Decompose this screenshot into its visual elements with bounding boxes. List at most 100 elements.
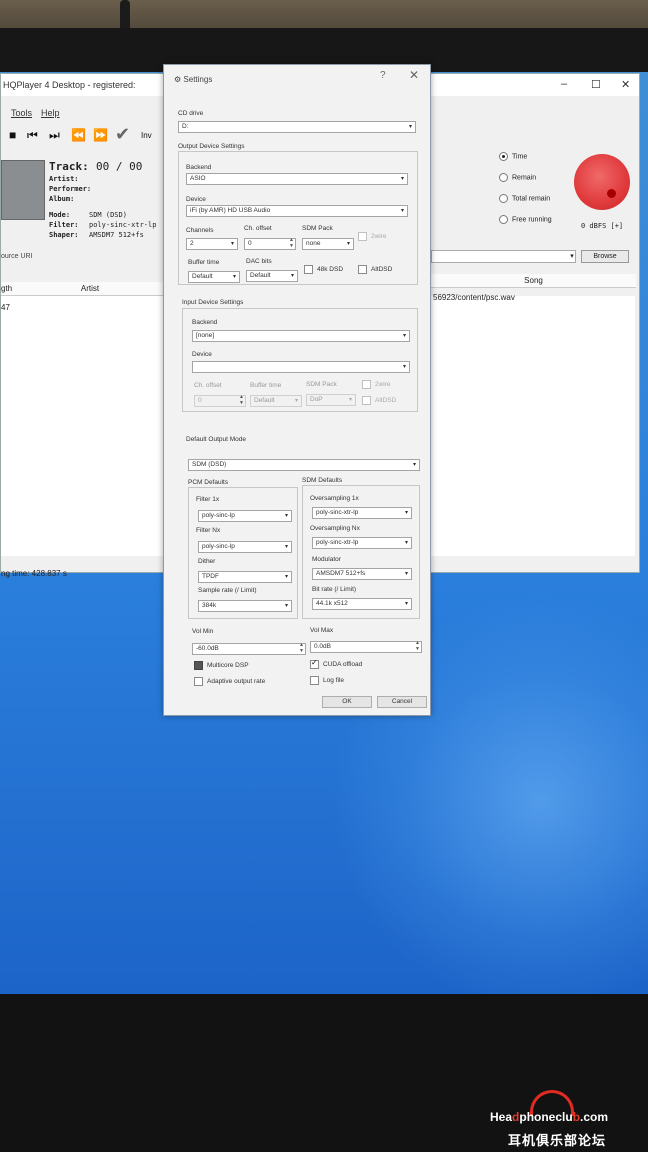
- spin-arrows-icon[interactable]: ▲ ▼: [289, 237, 294, 249]
- output-backend-label: Backend: [186, 164, 212, 171]
- radio-total-remain[interactable]: Total remain: [499, 194, 550, 206]
- log-file-checkbox[interactable]: Log file: [310, 676, 344, 685]
- pcm-dither-label: Dither: [198, 558, 216, 565]
- dialog-close-icon[interactable]: ✕: [409, 68, 419, 82]
- column-artist[interactable]: Artist: [15, 282, 165, 296]
- chevron-down-icon: ▾: [402, 333, 406, 339]
- maximize-icon[interactable]: ☐: [591, 78, 601, 91]
- checkmark-icon[interactable]: ✔: [115, 124, 130, 145]
- row-song[interactable]: 56923/content/psc.wav: [433, 293, 515, 302]
- menu-tools[interactable]: Tools: [11, 108, 32, 118]
- adaptive-output-rate-checkbox[interactable]: Adaptive output rate: [194, 677, 265, 686]
- channels-combo[interactable]: 2 ▾: [186, 238, 238, 250]
- spin-arrows-icon[interactable]: ▲ ▼: [415, 640, 420, 652]
- volume-knob[interactable]: [574, 154, 630, 210]
- output-device-combo[interactable]: iFi (by AMR) HD USB Audio ▾: [186, 205, 408, 217]
- row-length[interactable]: 47: [1, 303, 10, 312]
- ok-button[interactable]: OK: [322, 696, 372, 708]
- cancel-button[interactable]: Cancel: [377, 696, 427, 708]
- mode-label: Mode:: [49, 211, 71, 219]
- chevron-down-icon: ▾: [404, 571, 408, 577]
- rewind-icon[interactable]: ⏪: [71, 128, 86, 142]
- performer-label: Performer:: [49, 185, 92, 193]
- chevron-down-icon: ▾: [404, 510, 408, 516]
- input-device-combo[interactable]: ▾: [192, 361, 410, 373]
- skip-back-icon[interactable]: ⏮: [27, 128, 38, 143]
- input-backend-combo[interactable]: [none] ▾: [192, 330, 410, 342]
- browse-button[interactable]: Browse: [581, 250, 629, 263]
- settings-icon: ⚙: [174, 75, 184, 84]
- sdm-pack-combo[interactable]: none ▾: [302, 238, 354, 250]
- default-output-mode-combo[interactable]: SDM (DSD) ▾: [188, 459, 420, 471]
- input-sdm-pack-combo[interactable]: DoP ▾: [306, 394, 356, 406]
- input-buffer-time-combo[interactable]: Default ▾: [250, 395, 302, 407]
- input-sdm-pack-label: SDM Pack: [306, 381, 337, 388]
- output-device-label: Device: [186, 196, 206, 203]
- chevron-down-icon: ▾: [232, 274, 236, 280]
- watermark-brand: Headphoneclub.com: [490, 1110, 609, 1124]
- inv-button[interactable]: Inv: [141, 131, 152, 140]
- sdm-osnx-combo[interactable]: poly-sinc-xtr-lp ▾: [312, 537, 412, 549]
- input-altdsd-checkbox[interactable]: AltDSD: [362, 396, 396, 405]
- track-value: 00 / 00: [96, 160, 143, 173]
- input-2wire-checkbox[interactable]: 2wire: [362, 380, 391, 389]
- pcm-filternx-combo[interactable]: poly-sinc-lp ▾: [198, 541, 292, 553]
- sdm-modulator-combo[interactable]: AMSDM7 512+fs ▾: [312, 568, 412, 580]
- dac-bits-label: DAC bits: [246, 258, 272, 265]
- source-uri-dropdown[interactable]: ▾: [566, 250, 578, 263]
- cuda-offload-checkbox[interactable]: CUDA offload: [310, 658, 362, 669]
- vol-max-spinner[interactable]: 0.0dB ▲ ▼: [310, 640, 422, 653]
- help-icon[interactable]: ?: [380, 70, 386, 81]
- close-icon[interactable]: ✕: [621, 78, 630, 91]
- pcm-sample-rate-combo[interactable]: 384k ▾: [198, 600, 292, 612]
- dsd48k-checkbox[interactable]: 48k DSD: [304, 265, 343, 274]
- input-buffer-time-label: Buffer time: [250, 382, 282, 389]
- menu-help[interactable]: Help: [41, 108, 60, 118]
- chevron-down-icon: ▾: [284, 603, 288, 609]
- column-song[interactable]: Song: [431, 274, 636, 288]
- vol-min-label: Vol Min: [192, 628, 214, 635]
- chevron-down-icon: ▾: [284, 513, 288, 519]
- spin-arrows-icon[interactable]: ▲ ▼: [299, 642, 304, 654]
- sdm-pack-label: SDM Pack: [302, 225, 333, 232]
- radio-remain[interactable]: Remain: [499, 173, 536, 185]
- ch-offset-label: Ch. offset: [244, 225, 272, 232]
- input-ch-offset-spinner[interactable]: 0 ▲ ▼: [194, 394, 246, 407]
- pcm-dither-combo[interactable]: TPDF ▾: [198, 571, 292, 583]
- volume-readout: 0 dBFS [+]: [581, 222, 624, 230]
- filter-label: Filter:: [49, 221, 79, 229]
- album-label: Album:: [49, 195, 75, 203]
- stop-icon[interactable]: ■: [9, 128, 16, 142]
- filter-value: poly-sinc-xtr-lp: [89, 221, 157, 229]
- multicore-dsp-checkbox[interactable]: Multicore DSP: [194, 661, 249, 670]
- chevron-down-icon: ▾: [412, 462, 416, 468]
- ch-offset-spinner[interactable]: 0 ▲ ▼: [244, 237, 296, 250]
- cd-drive-label: CD drive: [178, 110, 204, 117]
- minimize-icon[interactable]: –: [561, 78, 567, 90]
- fast-forward-icon[interactable]: ⏩: [93, 128, 108, 142]
- radio-free-running[interactable]: Free running: [499, 215, 552, 227]
- cd-drive-combo[interactable]: D: ▾: [178, 121, 416, 133]
- dac-bits-combo[interactable]: Default ▾: [246, 270, 298, 282]
- sdm-bit-rate-label: Bit rate (/ Limit): [312, 586, 357, 593]
- chevron-down-icon: ▾: [404, 540, 408, 546]
- vol-min-spinner[interactable]: -60.0dB ▲ ▼: [192, 642, 306, 655]
- input-group-label: Input Device Settings: [182, 299, 244, 306]
- radio-time[interactable]: Time: [499, 152, 527, 164]
- skip-forward-icon[interactable]: ⏭: [49, 128, 60, 143]
- pcm-filternx-label: Filter Nx: [196, 527, 221, 534]
- chevron-down-icon: ▾: [404, 601, 408, 607]
- source-uri-input[interactable]: [431, 250, 576, 263]
- output-altdsd-checkbox[interactable]: AltDSD: [358, 265, 392, 274]
- pcm-filter1x-combo[interactable]: poly-sinc-lp ▾: [198, 510, 292, 522]
- buffer-time-combo[interactable]: Default ▾: [188, 271, 240, 283]
- spin-arrows-icon[interactable]: ▲ ▼: [239, 394, 244, 406]
- output-backend-combo[interactable]: ASIO ▾: [186, 173, 408, 185]
- chevron-down-icon: ▾: [400, 208, 404, 214]
- sdm-bit-rate-combo[interactable]: 44.1k x512 ▾: [312, 598, 412, 610]
- output-2wire-checkbox[interactable]: 2wire: [358, 232, 387, 241]
- column-length[interactable]: gth: [1, 282, 15, 296]
- transport-toolbar: ■ ⏮ ⏭ ⏪ ⏩ ✔ Inv: [1, 124, 171, 146]
- chevron-down-icon: ▾: [284, 544, 288, 550]
- sdm-os1x-combo[interactable]: poly-sinc-xtr-lp ▾: [312, 507, 412, 519]
